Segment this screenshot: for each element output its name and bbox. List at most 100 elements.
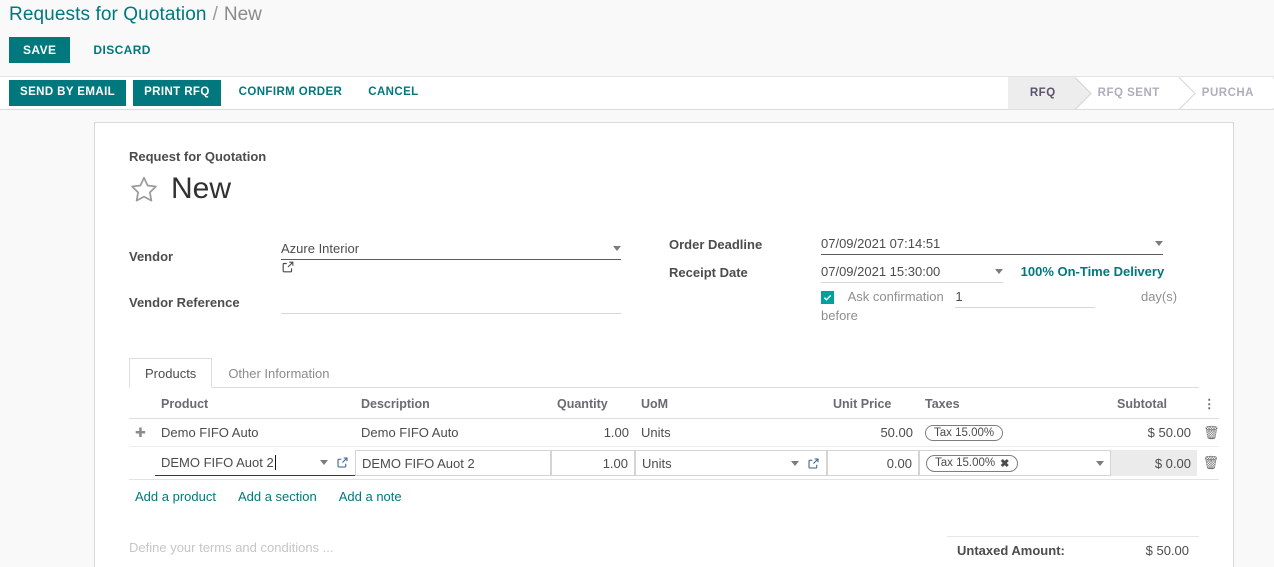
optional-columns-dropdown[interactable]: ⋮: [1197, 388, 1219, 419]
tab-other-information[interactable]: Other Information: [212, 358, 345, 388]
cell-uom[interactable]: Units: [635, 446, 827, 480]
trash-icon: 🗑: [1202, 455, 1219, 470]
text-cursor: [274, 455, 276, 470]
chevron-down-icon[interactable]: [791, 460, 799, 466]
table-row[interactable]: ✚ Demo FIFO Auto Demo FIFO Auto 1.00 Uni…: [129, 418, 1220, 447]
chevron-down-icon[interactable]: [1096, 460, 1104, 466]
cell-product[interactable]: Demo FIFO Auto: [155, 418, 355, 447]
terms-and-conditions-input[interactable]: Define your terms and conditions ...: [129, 536, 947, 562]
add-a-section-link[interactable]: Add a section: [238, 489, 317, 504]
cell-uom[interactable]: Units: [635, 418, 827, 447]
taxes-many2many-input[interactable]: Tax 15.00% ✖: [919, 450, 1111, 476]
vendor-input[interactable]: Azure Interior: [281, 238, 621, 261]
add-line-links: Add a product Add a section Add a note: [129, 480, 1199, 504]
table-header-row: Product Description Quantity UoM Unit Pr…: [129, 388, 1219, 419]
table-row[interactable]: DEMO FIFO Auot 2 DEMO FIFO Auot 2 1.00 U…: [129, 446, 1219, 480]
ask-confirmation-checkbox[interactable]: [821, 291, 834, 305]
cell-quantity[interactable]: 1.00: [551, 418, 635, 447]
vendor-value-cell: Azure Interior: [281, 230, 669, 282]
chevron-down-icon[interactable]: [1155, 241, 1163, 246]
ask-confirmation-spacer: [669, 286, 821, 323]
status-bar: RFQ RFQ SENT PURCHA: [1007, 77, 1274, 109]
days-before-input-text: 1: [955, 289, 963, 304]
form-group-right: Order Deadline 07/09/2021 07:14:51 Recei…: [669, 230, 1199, 323]
cell-description[interactable]: Demo FIFO Auto: [355, 418, 551, 447]
description-input-text: DEMO FIFO Auot 2: [362, 455, 475, 471]
receipt-date-value-cell: 07/09/2021 15:30:00 100% On-Time Deliver…: [821, 258, 1199, 286]
vendor-reference-label: Vendor Reference: [129, 295, 240, 311]
cell-quantity[interactable]: 1.00: [551, 446, 635, 480]
uom-select[interactable]: Units: [635, 450, 827, 476]
print-rfq-button[interactable]: PRINT RFQ: [133, 80, 221, 106]
quantity-input[interactable]: 1.00: [551, 450, 635, 476]
cell-unit-price[interactable]: 50.00: [827, 418, 919, 447]
field-row-vendor-reference: Vendor Reference: [129, 282, 669, 323]
column-product: Product: [155, 388, 355, 419]
product-autocomplete-input[interactable]: DEMO FIFO Auot 2: [155, 450, 355, 476]
cell-description[interactable]: DEMO FIFO Auot 2: [355, 446, 551, 480]
order-lines-table: Product Description Quantity UoM Unit Pr…: [129, 388, 1220, 480]
untaxed-amount-value: $ 50.00: [1145, 543, 1189, 558]
column-description: Description: [355, 388, 551, 419]
ask-confirmation-cell: Ask confirmation 1 day(s) before: [821, 286, 1199, 323]
add-a-product-link[interactable]: Add a product: [135, 489, 216, 504]
vertical-dots-icon: ⋮: [1203, 397, 1216, 411]
status-stage-rfq[interactable]: RFQ: [1007, 77, 1076, 109]
vendor-external-link-icon[interactable]: [281, 260, 669, 274]
add-a-note-link[interactable]: Add a note: [339, 489, 402, 504]
cell-taxes[interactable]: Tax 15.00%: [919, 418, 1111, 447]
row-drag-handle[interactable]: ✚: [129, 418, 155, 447]
remove-tax-icon[interactable]: ✖: [1000, 457, 1009, 470]
trash-icon: 🗑: [1203, 424, 1220, 440]
column-subtotal: Subtotal: [1111, 388, 1197, 419]
discard-button[interactable]: DISCARD: [79, 36, 164, 64]
delete-line-button[interactable]: 🗑: [1197, 446, 1219, 480]
receipt-date-input-text: 07/09/2021 15:30:00: [821, 264, 941, 279]
subtotal-readonly: $ 0.00: [1111, 450, 1197, 476]
row-drag-handle[interactable]: [129, 446, 155, 480]
cell-unit-price[interactable]: 0.00: [827, 446, 919, 480]
description-input[interactable]: DEMO FIFO Auot 2: [355, 450, 551, 476]
confirm-order-button[interactable]: CONFIRM ORDER: [228, 80, 354, 106]
save-button[interactable]: SAVE: [9, 37, 71, 63]
tax-badge-label: Tax 15.00%: [935, 457, 996, 469]
product-input-text: DEMO FIFO Auot 2: [161, 455, 274, 470]
tax-badge: Tax 15.00%: [925, 425, 1004, 441]
notebook-tabs: Products Other Information: [129, 357, 1199, 388]
field-row-vendor: Vendor Azure Interior: [129, 230, 669, 282]
uom-external-link-icon[interactable]: [807, 457, 820, 470]
receipt-date-input[interactable]: 07/09/2021 15:30:00: [821, 261, 1003, 283]
favorite-star-icon[interactable]: [129, 174, 171, 204]
order-deadline-input[interactable]: 07/09/2021 07:14:51: [821, 233, 1163, 255]
notebook: Products Other Information Product Descr…: [129, 357, 1220, 562]
send-by-email-button[interactable]: SEND BY EMAIL: [9, 80, 127, 106]
column-taxes: Taxes: [919, 388, 1111, 419]
unit-price-input[interactable]: 0.00: [827, 450, 919, 476]
tab-products[interactable]: Products: [129, 358, 213, 388]
lines-footer: Define your terms and conditions ... Unt…: [129, 536, 1199, 562]
purchase-order-form-page: Requests for Quotation / New SAVE DISCAR…: [0, 0, 1274, 567]
receipt-date-label: Receipt Date: [669, 264, 748, 280]
vendor-reference-input[interactable]: [281, 292, 621, 315]
quantity-input-text: 1.00: [602, 455, 628, 471]
tax-badge-label: Tax 15.00%: [934, 427, 995, 439]
cancel-button[interactable]: CANCEL: [357, 80, 429, 106]
page-title: New: [171, 172, 232, 205]
delete-line-button[interactable]: 🗑: [1197, 418, 1220, 447]
on-time-delivery-link[interactable]: 100% On-Time Delivery: [1021, 264, 1165, 279]
days-before-input[interactable]: 1: [955, 286, 1096, 308]
cell-product[interactable]: DEMO FIFO Auot 2: [155, 446, 355, 480]
untaxed-amount-row: Untaxed Amount: $ 50.00: [947, 536, 1199, 562]
chevron-down-icon[interactable]: [995, 269, 1003, 274]
breadcrumb-root-link[interactable]: Requests for Quotation: [9, 4, 207, 26]
chevron-down-icon[interactable]: [320, 460, 328, 465]
totals-panel: Untaxed Amount: $ 50.00: [947, 536, 1199, 562]
save-discard-bar: SAVE DISCARD: [0, 34, 1274, 66]
order-deadline-value-cell: 07/09/2021 07:14:51: [821, 230, 1199, 258]
form-group-left: Vendor Azure Interior Vendor Reference: [129, 230, 669, 323]
cell-taxes[interactable]: Tax 15.00% ✖: [919, 446, 1111, 480]
product-external-link-icon[interactable]: [336, 456, 349, 469]
column-uom: UoM: [635, 388, 827, 419]
cell-subtotal: $ 0.00: [1111, 446, 1197, 480]
chevron-down-icon[interactable]: [613, 246, 621, 252]
